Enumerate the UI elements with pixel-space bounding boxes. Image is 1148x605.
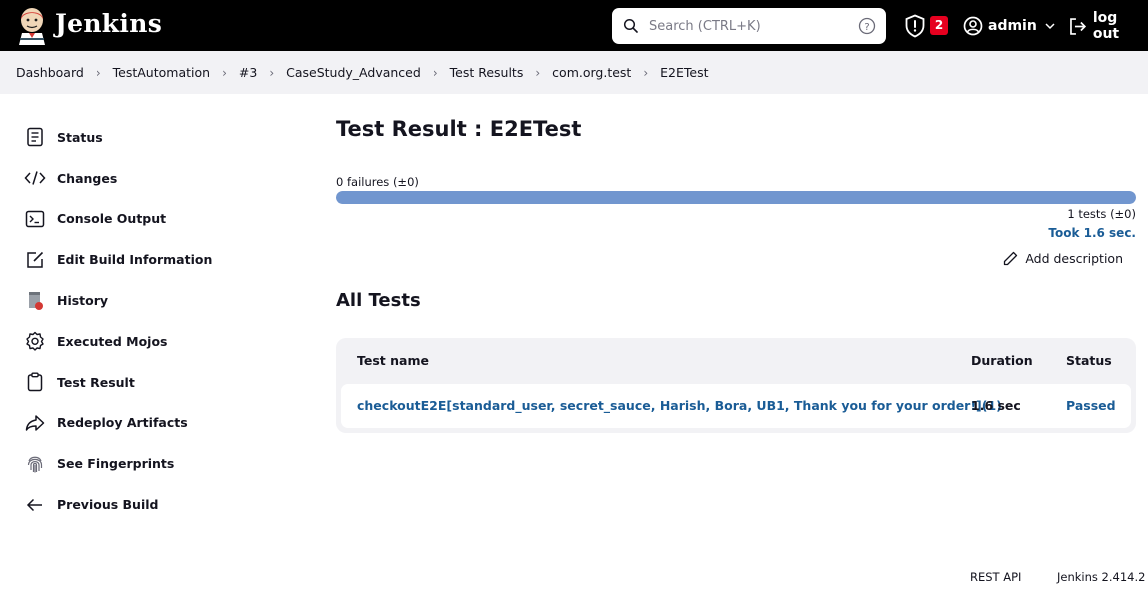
chevron-down-icon[interactable]: [1045, 22, 1055, 30]
column-header-duration[interactable]: Duration: [971, 353, 1033, 368]
security-shield-icon[interactable]: [904, 14, 926, 38]
chevron-right-icon: ›: [535, 65, 541, 80]
chevron-right-icon: ›: [432, 65, 438, 80]
pass-progress-fill: [336, 191, 1136, 204]
logout-icon: [1070, 17, 1087, 35]
duration-link[interactable]: Took 1.6 sec.: [1048, 226, 1136, 240]
pencil-icon: [1004, 251, 1018, 266]
jenkins-logo-icon[interactable]: [16, 7, 48, 45]
breadcrumb: Dashboard › TestAutomation › #3 › CaseSt…: [16, 51, 709, 94]
logout-link[interactable]: log out: [1068, 10, 1148, 42]
sidebar-item-status[interactable]: Status: [24, 117, 284, 158]
sidebar-item-history[interactable]: History: [24, 280, 284, 321]
tests-count: 1 tests (±0): [1067, 207, 1136, 221]
sidebar-item-label: Console Output: [57, 211, 167, 227]
pass-progress-bar: [336, 191, 1136, 204]
sidebar-item-previous-build[interactable]: Previous Build: [24, 484, 284, 525]
clipboard-icon: [24, 371, 46, 393]
breadcrumb-test-results[interactable]: Test Results: [450, 65, 524, 80]
add-description-button[interactable]: Add description: [1003, 251, 1123, 266]
failures-summary: 0 failures (±0): [336, 175, 419, 189]
tests-table: Test name Duration Status checkoutE2E[st…: [336, 338, 1136, 433]
sidebar-item-label: Status: [57, 129, 103, 145]
terminal-icon: [24, 208, 46, 230]
sidebar-item-test-result[interactable]: Test Result: [24, 362, 284, 403]
sidebar-item-label: Previous Build: [57, 497, 159, 513]
search-input[interactable]: [649, 8, 849, 44]
security-badge[interactable]: 2: [930, 16, 948, 35]
table-header: Test name Duration Status: [336, 338, 1136, 384]
sidebar-item-executed-mojos[interactable]: Executed Mojos: [24, 321, 284, 362]
all-tests-heading: All Tests: [336, 290, 421, 311]
sidebar-item-label: Redeploy Artifacts: [57, 415, 188, 431]
breadcrumb-build[interactable]: #3: [239, 65, 257, 80]
add-description-label[interactable]: Add description: [1025, 251, 1123, 266]
logout-label[interactable]: log out: [1093, 10, 1148, 42]
top-header: Jenkins ? 2 admin l: [0, 0, 1148, 51]
page-title: Test Result : E2ETest: [336, 117, 582, 141]
user-icon: [963, 16, 983, 36]
sidebar-item-console-output[interactable]: Console Output: [24, 199, 284, 240]
sidebar-item-label: History: [57, 293, 109, 309]
breadcrumb-module[interactable]: CaseStudy_Advanced: [286, 65, 421, 80]
column-header-status[interactable]: Status: [1066, 353, 1112, 368]
sidebar-item-changes[interactable]: Changes: [24, 158, 284, 199]
chevron-right-icon: ›: [95, 65, 101, 80]
edit-icon: [24, 249, 46, 271]
redeploy-icon: [24, 412, 46, 434]
user-name[interactable]: admin: [988, 18, 1037, 34]
user-menu[interactable]: admin: [963, 14, 1060, 38]
test-status: Passed: [1066, 398, 1116, 413]
breadcrumb-package[interactable]: com.org.test: [552, 65, 631, 80]
breadcrumb-dashboard[interactable]: Dashboard: [16, 65, 84, 80]
sidebar-item-label: Changes: [57, 170, 118, 186]
breadcrumb-testautomation[interactable]: TestAutomation: [113, 65, 210, 80]
arrow-left-icon: [24, 494, 46, 516]
breadcrumb-bar: Dashboard › TestAutomation › #3 › CaseSt…: [0, 51, 1148, 94]
sidebar-item-label: Test Result: [57, 374, 135, 390]
main-content: Test Result : E2ETest 0 failures (±0) 1 …: [336, 117, 1136, 433]
history-icon: [24, 290, 46, 312]
fingerprint-icon: [24, 453, 46, 475]
code-icon: [24, 167, 46, 189]
sidebar-item-label: See Fingerprints: [57, 456, 175, 472]
sidebar-item-label: Executed Mojos: [57, 333, 168, 349]
sidebar-item-see-fingerprints[interactable]: See Fingerprints: [24, 443, 284, 484]
chevron-right-icon: ›: [643, 65, 649, 80]
brand-name[interactable]: Jenkins: [55, 9, 162, 38]
sidebar-item-label: Edit Build Information: [57, 252, 213, 268]
test-duration: 1.6 sec: [971, 398, 1021, 413]
test-name-link[interactable]: checkoutE2E[standard_user, secret_sauce,…: [357, 398, 1002, 413]
status-icon: [24, 126, 46, 148]
search-icon: [623, 18, 638, 33]
sidebar-item-redeploy-artifacts[interactable]: Redeploy Artifacts: [24, 403, 284, 444]
chevron-right-icon: ›: [222, 65, 227, 80]
sidebar-item-edit-build-information[interactable]: Edit Build Information: [24, 239, 284, 280]
rest-api-link[interactable]: REST API: [970, 570, 1021, 584]
help-icon[interactable]: ?: [858, 17, 876, 35]
search-box[interactable]: ?: [612, 8, 886, 44]
breadcrumb-class[interactable]: E2ETest: [660, 65, 708, 80]
sidebar: Status Changes Console Output Edit Build…: [24, 117, 284, 525]
chevron-right-icon: ›: [269, 65, 275, 80]
column-header-test-name[interactable]: Test name: [357, 353, 429, 368]
gear-icon: [24, 330, 46, 352]
svg-text:?: ?: [864, 22, 869, 33]
jenkins-version-link[interactable]: Jenkins 2.414.2: [1057, 570, 1145, 584]
table-row: checkoutE2E[standard_user, secret_sauce,…: [341, 384, 1131, 428]
